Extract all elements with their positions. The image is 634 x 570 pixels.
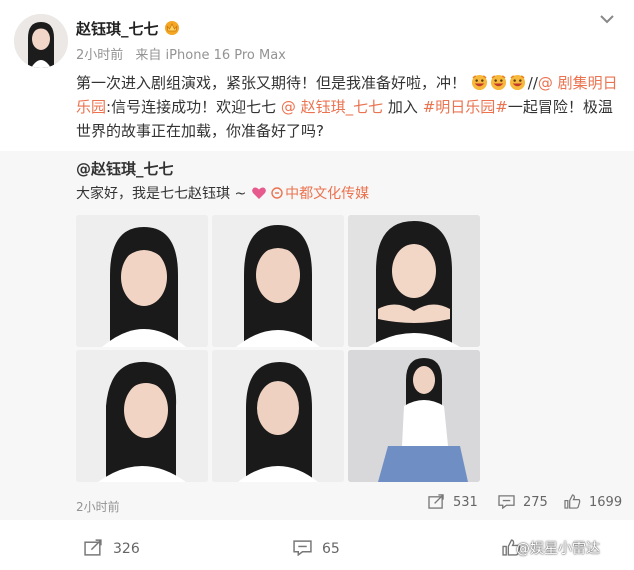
repost-comment-count: 275 (523, 495, 548, 510)
photo-1-image (76, 215, 208, 347)
photo-6-image (348, 350, 480, 482)
repost-author[interactable]: @赵钰琪_七七 (76, 158, 174, 179)
share-button[interactable]: 326 (84, 539, 140, 557)
org-link[interactable]: 中都文化传媒 (271, 186, 369, 202)
org-link-label: 中都文化传媒 (285, 186, 370, 202)
photo-5[interactable] (212, 350, 344, 482)
photo-4[interactable] (76, 350, 208, 482)
repost-panel: @赵钰琪_七七 大家好，我是七七赵钰琪 ~ 中都文化传媒 2小时前 531 27… (0, 151, 634, 520)
heart-icon (251, 187, 266, 199)
weibo-post: 赵钰琪_七七 2小时前 来自 iPhone 16 Pro Max 第一次进入剧组… (0, 0, 634, 570)
mention-link-user[interactable]: @ 赵钰琪_七七 (281, 98, 383, 116)
share-icon (84, 539, 102, 556)
share-icon (428, 494, 444, 509)
emoji-grin-icon (490, 74, 506, 91)
repost-text-body: 大家好，我是七七赵钰琪 ~ (76, 186, 251, 202)
photo-1[interactable] (76, 215, 208, 347)
photo-2-image (212, 215, 344, 347)
repost-comment-button[interactable]: 275 (498, 494, 548, 510)
post-text: 第一次进入剧组演戏，紧张又期待！但是我准备好啦，冲！ //@ 剧集明日 乐园:信… (76, 71, 624, 143)
comment-icon (293, 540, 312, 557)
emoji-grin-icon (509, 74, 525, 91)
post-meta: 2小时前 来自 iPhone 16 Pro Max (76, 44, 286, 63)
repost-time: 2小时前 (76, 500, 120, 514)
photo-2[interactable] (212, 215, 344, 347)
post-source: 来自 iPhone 16 Pro Max (135, 48, 286, 63)
photo-3-image (348, 215, 480, 347)
post-text-adventure: 一起冒险！极温 (507, 98, 613, 116)
post-text-line1: 第一次进入剧组演戏，紧张又期待！但是我准备好啦，冲！ (76, 74, 467, 92)
repost-share-button[interactable]: 531 (428, 494, 478, 510)
comment-button[interactable]: 65 (293, 539, 340, 557)
repost-like-button[interactable]: 1699 (564, 494, 622, 510)
avatar-image (14, 14, 68, 68)
photo-3[interactable] (348, 215, 480, 347)
watermark: @娱星小雷达 (516, 541, 600, 557)
user-name[interactable]: 赵钰琪_七七 (76, 18, 159, 39)
repost-like-count: 1699 (589, 495, 623, 510)
mention-link-show-rest[interactable]: 乐园 (76, 98, 106, 116)
repost-text: 大家好，我是七七赵钰琪 ~ 中都文化传媒 (76, 183, 369, 203)
post-text-slashes: // (527, 74, 538, 92)
avatar[interactable] (14, 14, 68, 68)
hashtag-link[interactable]: #明日乐园# (423, 98, 508, 116)
post-text-join: 加入 (383, 98, 423, 116)
chevron-down-icon[interactable] (598, 12, 616, 26)
post-text-line3: 世界的故事正在加载，你准备好了吗? (76, 122, 324, 140)
post-time: 2小时前 (76, 48, 124, 63)
share-count: 326 (113, 541, 140, 557)
comment-count: 65 (322, 541, 340, 557)
comment-icon (498, 495, 515, 510)
photo-5-image (212, 350, 344, 482)
post-text-line2: :信号连接成功！欢迎七七 (106, 98, 277, 116)
link-icon (271, 187, 283, 199)
photo-6[interactable] (348, 350, 480, 482)
repost-share-count: 531 (453, 495, 478, 510)
emoji-grin-icon (471, 74, 487, 91)
crown-badge-icon (165, 21, 179, 35)
like-icon (564, 494, 581, 509)
photo-4-image (76, 350, 208, 482)
mention-link-show[interactable]: @ 剧集明日 (538, 74, 618, 92)
